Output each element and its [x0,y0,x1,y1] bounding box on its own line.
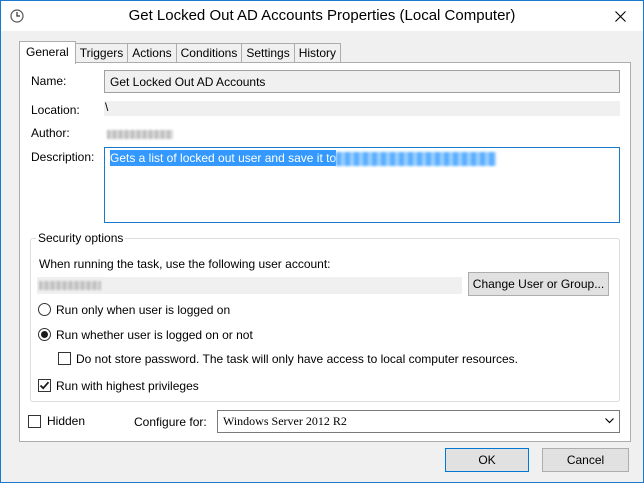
tab-general[interactable]: General [19,41,76,64]
run-whether-logged-on-label[interactable]: Run whether user is logged on or not [56,328,253,342]
highest-privileges-checkbox[interactable] [38,379,51,392]
ok-button[interactable]: OK [445,448,529,472]
run-whether-logged-on-radio[interactable] [38,328,51,341]
name-label: Name: [31,74,67,88]
description-selected-text: Gets a list of locked out user and save … [110,150,337,166]
location-label: Location: [31,103,80,117]
run-as-account-field [37,277,462,294]
description-textarea[interactable]: Gets a list of locked out user and save … [104,147,620,223]
run-only-logged-on-label[interactable]: Run only when user is logged on [56,303,230,317]
author-label: Author: [31,126,70,140]
security-options-title: Security options [36,231,126,245]
close-icon [614,10,626,22]
tab-settings[interactable]: Settings [241,43,295,63]
hidden-checkbox[interactable] [28,415,41,428]
chevron-down-icon [605,418,614,424]
run-as-account-redacted [39,281,101,290]
configure-for-label: Configure for: [134,415,207,429]
window-title: Get Locked Out AD Accounts Properties (L… [128,7,516,24]
description-path-redacted [336,151,497,166]
hidden-label[interactable]: Hidden [47,414,85,428]
tab-actions[interactable]: Actions [127,43,177,63]
run-as-label: When running the task, use the following… [39,257,331,271]
title-bar[interactable]: Get Locked Out AD Accounts Properties (L… [1,1,643,31]
do-not-store-password-label[interactable]: Do not store password. The task will onl… [76,352,518,366]
close-button[interactable] [597,1,643,31]
run-only-logged-on-radio[interactable] [38,303,51,316]
name-field[interactable]: Get Locked Out AD Accounts [104,70,620,93]
configure-for-value: Windows Server 2012 R2 [223,414,347,428]
change-user-button[interactable]: Change User or Group... [468,272,609,296]
checkmark-icon [39,381,50,390]
location-field: \ [104,100,620,116]
location-value: \ [105,100,109,114]
tab-conditions[interactable]: Conditions [175,43,243,63]
configure-for-select[interactable]: Windows Server 2012 R2 [217,410,620,433]
tab-triggers[interactable]: Triggers [74,43,129,63]
description-label: Description: [31,150,95,164]
tab-strip: General Triggers Actions Conditions Sett… [19,41,342,64]
tab-history[interactable]: History [293,43,342,63]
properties-dialog: Get Locked Out AD Accounts Properties (L… [0,0,644,483]
do-not-store-password-checkbox[interactable] [58,352,71,365]
cancel-button[interactable]: Cancel [542,448,629,472]
highest-privileges-label[interactable]: Run with highest privileges [56,379,199,393]
author-value-redacted [107,127,173,141]
